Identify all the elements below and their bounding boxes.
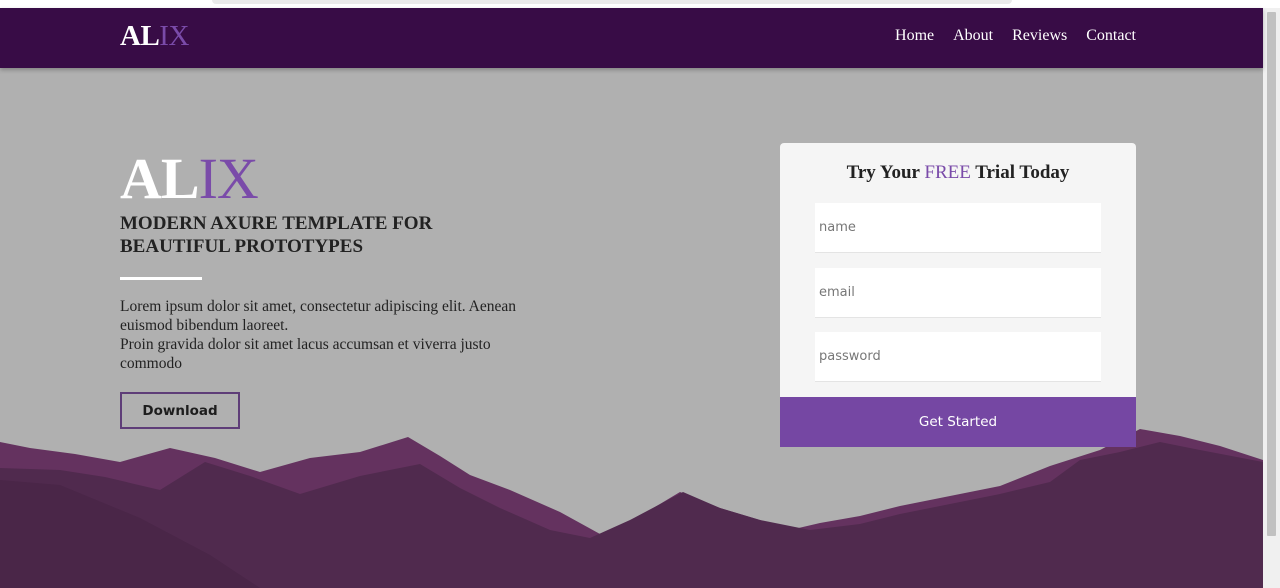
name-input[interactable] — [815, 203, 1101, 253]
hero-subtitle: MODERN AXURE TEMPLATE FOR BEAUTIFUL PROT… — [120, 213, 433, 257]
logo-text-white: AL — [120, 20, 160, 52]
hero-description-line: Lorem ipsum dolor sit amet, consectetur … — [120, 298, 517, 334]
form-title-free: FREE — [924, 162, 971, 183]
page-scrollbar[interactable] — [1263, 8, 1280, 588]
hero-description: Lorem ipsum dolor sit amet, consectetur … — [120, 297, 520, 373]
main-nav: Home About Reviews Contact — [895, 27, 1136, 45]
email-input[interactable] — [815, 268, 1101, 318]
nav-about[interactable]: About — [953, 27, 993, 45]
hero-description-line: Proin gravida dolor sit amet lacus accum… — [120, 336, 491, 372]
nav-reviews[interactable]: Reviews — [1012, 27, 1067, 45]
hero-divider — [120, 277, 202, 280]
trial-signup-form: Try Your FREE Trial Today Get Started — [780, 143, 1136, 447]
form-title-start: Try Your — [846, 162, 925, 183]
navbar: ALIX Home About Reviews Contact — [0, 8, 1263, 68]
browser-address-bar-edge — [212, 0, 1012, 4]
logo[interactable]: ALIX — [120, 20, 189, 53]
hero-title-white: AL — [120, 146, 200, 211]
download-button[interactable]: Download — [120, 392, 240, 429]
form-title: Try Your FREE Trial Today — [780, 162, 1136, 184]
scrollbar-thumb[interactable] — [1267, 12, 1276, 536]
password-input[interactable] — [815, 332, 1101, 382]
nav-home[interactable]: Home — [895, 27, 934, 45]
hero-title-purple: IX — [198, 146, 259, 211]
browser-top-strip — [0, 0, 1280, 8]
get-started-button[interactable]: Get Started — [780, 397, 1136, 447]
logo-text-purple: IX — [159, 20, 189, 52]
nav-contact[interactable]: Contact — [1086, 27, 1136, 45]
hero-title: ALIX — [120, 148, 540, 210]
form-title-end: Trial Today — [970, 162, 1070, 183]
hero-section: ALIX MODERN AXURE TEMPLATE FOR BEAUTIFUL… — [120, 148, 540, 429]
